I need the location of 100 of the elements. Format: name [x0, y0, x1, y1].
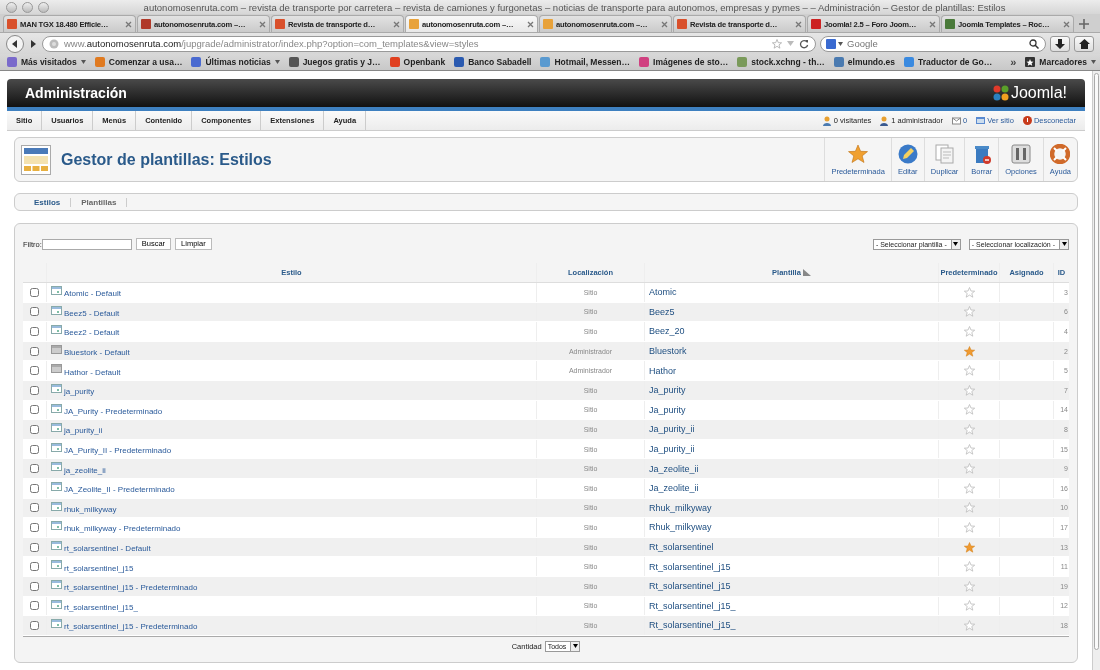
filter-field[interactable]	[41, 238, 132, 250]
star-icon[interactable]	[963, 502, 975, 514]
style-link[interactable]: JA_Purity_II - Predeterminado	[64, 446, 172, 456]
style-link[interactable]: Hathor - Default	[64, 367, 121, 377]
scrollbar[interactable]	[1092, 71, 1100, 670]
row-checkbox[interactable]	[30, 620, 39, 630]
bookmark-item[interactable]: Comenzar a usa…	[94, 57, 183, 67]
row-checkbox[interactable]	[30, 522, 39, 532]
close-icon	[527, 20, 534, 28]
star-icon[interactable]	[963, 306, 975, 318]
star-icon[interactable]	[963, 423, 975, 435]
style-link[interactable]: rhuk_milkyway - Predeterminado	[64, 524, 181, 534]
bookmark-item[interactable]: Openbank	[389, 57, 446, 67]
style-link[interactable]: ja_purity_ii	[64, 426, 103, 436]
lifebuoy-icon	[1050, 143, 1071, 164]
row-checkbox[interactable]	[30, 503, 39, 513]
row-checkbox[interactable]	[30, 562, 39, 572]
bookmark-item[interactable]: elmundo.es	[833, 57, 896, 67]
row-checkbox[interactable]	[30, 483, 39, 493]
row-checkbox[interactable]	[30, 424, 39, 434]
bookmark-item[interactable]: Últimas noticias	[191, 57, 280, 67]
template-link[interactable]: Rt_solarsentinel	[649, 542, 714, 552]
row-checkbox[interactable]	[30, 581, 39, 591]
bookmark-item[interactable]: Juegos gratis y J…	[288, 57, 381, 67]
style-link[interactable]: JA_Zeolite_II - Predeterminado	[64, 485, 175, 495]
search-field[interactable]: Google	[820, 35, 1047, 52]
row-checkbox[interactable]	[30, 542, 39, 552]
template-link[interactable]: Ja_zeolite_ii	[649, 483, 699, 494]
row-checkbox[interactable]	[30, 366, 39, 376]
template-link[interactable]: Ja_purity	[649, 385, 686, 396]
style-link[interactable]: Beez5 - Default	[64, 308, 120, 318]
style-link[interactable]: Beez2 - Default	[64, 328, 120, 338]
style-link[interactable]: rt_solarsentinel_j15_	[64, 602, 138, 612]
star-icon[interactable]	[963, 345, 975, 357]
style-link[interactable]: rt_solarsentinel_j15	[64, 563, 134, 573]
style-link[interactable]: JA_Purity - Predeterminado	[64, 406, 163, 416]
style-link[interactable]: Atomic - Default	[64, 289, 121, 299]
submenu-tab[interactable]: Plantillas	[71, 197, 128, 207]
row-checkbox[interactable]	[30, 385, 39, 395]
download-button[interactable]	[1050, 35, 1071, 52]
template-link[interactable]: Rhuk_milkyway	[649, 522, 712, 533]
address-field[interactable]: www.autonomosenruta.com/jupgrade/administrator/index.php?option=com_templates&view=styles	[42, 35, 817, 52]
window-control-button[interactable]	[22, 1, 33, 13]
star-icon[interactable]	[963, 365, 975, 377]
style-link[interactable]: ja_purity	[64, 387, 95, 397]
template-link[interactable]: Rt_solarsentinel_j15_	[649, 600, 736, 611]
style-link[interactable]: rt_solarsentinel - Default	[64, 544, 151, 553]
row-checkbox[interactable]	[30, 287, 39, 297]
bookmark-item[interactable]: Imágenes de sto…	[639, 57, 729, 67]
window-control-button[interactable]	[38, 1, 49, 13]
bookmark-item[interactable]: Hotmail, Messen…	[540, 57, 631, 67]
template-link[interactable]: Ja_purity_ii	[649, 424, 695, 435]
star-icon[interactable]	[963, 600, 975, 612]
template-link[interactable]: Hathor	[649, 365, 676, 376]
home-button[interactable]	[1074, 35, 1094, 52]
submenu-tab[interactable]: Estilos	[24, 197, 72, 207]
row-checkbox[interactable]	[30, 464, 39, 474]
style-link[interactable]: rt_solarsentinel_j15 - Predeterminado	[64, 583, 198, 593]
options-icon	[1011, 143, 1031, 164]
bookmark-item[interactable]: Traductor de Go…	[904, 57, 993, 67]
bookmark-item[interactable]: Más visitados	[7, 57, 86, 67]
row-checkbox[interactable]	[30, 405, 39, 415]
template-link[interactable]: Bluestork	[649, 346, 687, 357]
star-icon[interactable]	[963, 521, 975, 533]
star-icon[interactable]	[963, 286, 975, 298]
row-checkbox[interactable]	[30, 327, 39, 336]
bookmark-item[interactable]: Banco Sabadell	[454, 57, 532, 67]
window-control-button[interactable]	[6, 1, 17, 13]
row-checkbox[interactable]	[30, 601, 39, 611]
template-link[interactable]: Rhuk_milkyway	[649, 502, 712, 513]
row-checkbox[interactable]	[30, 346, 39, 356]
star-icon[interactable]	[963, 580, 975, 592]
star-icon[interactable]	[963, 463, 975, 475]
star-icon[interactable]	[963, 404, 975, 416]
template-link[interactable]: Ja_zeolite_ii	[649, 463, 699, 474]
star-icon[interactable]	[963, 443, 975, 455]
template-link[interactable]: Rt_solarsentinel_j15_	[649, 620, 736, 631]
template-link[interactable]: Beez_20	[649, 326, 685, 337]
star-icon[interactable]	[963, 384, 975, 396]
bookmark-item[interactable]: stock.xchng - th…	[737, 57, 825, 67]
template-link[interactable]: Ja_purity	[649, 404, 686, 415]
row-checkbox[interactable]	[30, 307, 39, 317]
star-icon[interactable]	[963, 326, 975, 337]
overflow-button[interactable]: »	[1010, 56, 1017, 68]
style-link[interactable]: rhuk_milkyway	[64, 504, 117, 514]
template-link[interactable]: Beez5	[649, 306, 675, 317]
star-icon[interactable]	[963, 619, 975, 631]
template-link[interactable]: Rt_solarsentinel_j15	[649, 581, 731, 592]
star-icon[interactable]	[963, 541, 975, 553]
row-checkbox[interactable]	[30, 444, 39, 454]
style-link[interactable]: rt_solarsentinel_j15 - Predeterminado	[64, 622, 198, 632]
star-icon[interactable]	[963, 561, 975, 573]
star-icon[interactable]	[963, 482, 975, 494]
style-link[interactable]: Bluestork - Default	[64, 348, 130, 358]
template-link[interactable]: Rt_solarsentinel_j15	[649, 561, 731, 572]
style-link[interactable]: ja_zeolite_ii	[64, 465, 106, 475]
bookmarks-menu[interactable]: Marcadores	[1025, 57, 1097, 67]
template-link[interactable]: Atomic	[649, 287, 677, 298]
template-link[interactable]: Ja_purity_ii	[649, 444, 695, 455]
close-icon	[929, 20, 936, 28]
